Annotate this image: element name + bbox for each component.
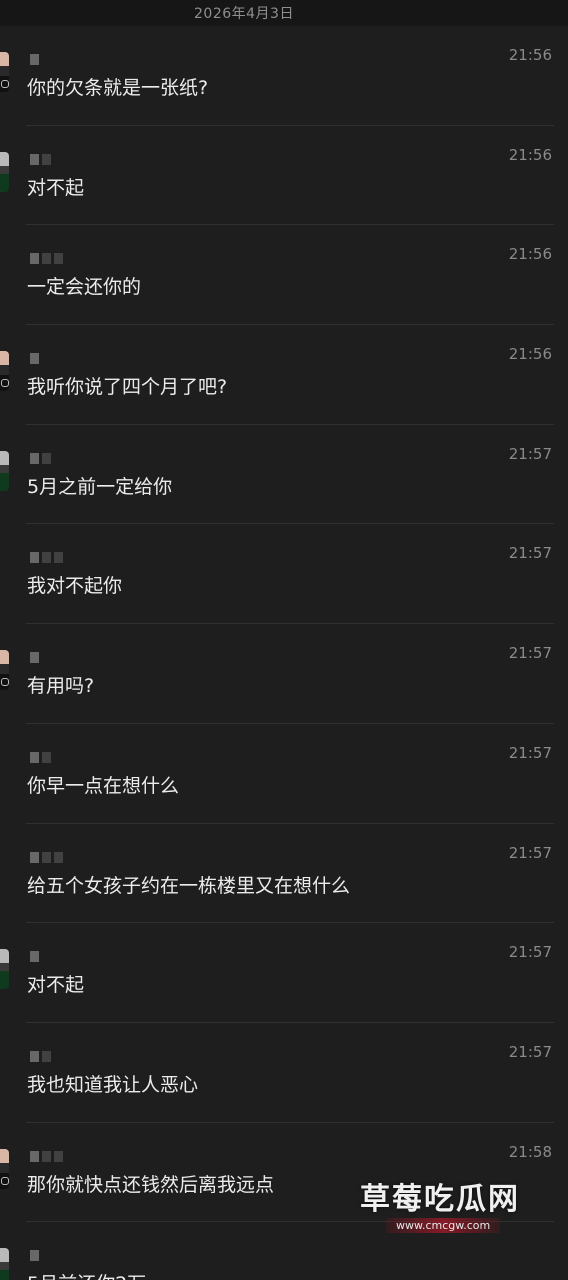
message-time: 21:57	[508, 544, 552, 563]
avatar[interactable]	[0, 1148, 9, 1189]
message-item[interactable]: 21:57 我也知道我让人恶心	[0, 1023, 568, 1123]
sender-name-blurred	[30, 153, 51, 166]
sender-name-blurred	[30, 851, 63, 864]
message-item[interactable]: 5月前还你2万	[0, 1222, 568, 1280]
message-text: 有用吗?	[27, 675, 95, 698]
sender-name-blurred	[30, 1250, 39, 1262]
message-item[interactable]: 21:56 你的欠条就是一张纸?	[0, 26, 568, 126]
message-item[interactable]: 21:57 对不起	[0, 923, 568, 1023]
chat-screen: 2026年4月3日 21:56 你的欠条就是一张纸? 21:56 对不起 21:56 一定…	[0, 0, 568, 1280]
message-time: 21:56	[508, 145, 552, 164]
message-text: 你早一点在想什么	[27, 774, 180, 797]
message-text: 5月之前一定给你	[27, 475, 173, 498]
message-list[interactable]: 21:56 你的欠条就是一张纸? 21:56 对不起 21:56 一定会还你的 21:56 我…	[0, 26, 568, 1280]
message-text: 你的欠条就是一张纸?	[27, 77, 209, 99]
message-text: 5月前还你2万	[27, 1272, 146, 1280]
message-time: 21:56	[508, 46, 552, 64]
avatar[interactable]	[0, 52, 9, 92]
avatar[interactable]	[0, 450, 9, 491]
message-item[interactable]: 21:56 对不起	[0, 126, 568, 226]
date-header: 2026年4月3日	[0, 0, 568, 26]
message-text: 对不起	[27, 974, 85, 997]
message-item[interactable]: 21:57 5月之前一定给你	[0, 425, 568, 525]
avatar[interactable]	[0, 650, 9, 691]
sender-name-blurred	[30, 1050, 51, 1063]
message-item[interactable]: 21:56 我听你说了四个月了吧?	[0, 325, 568, 425]
message-item[interactable]: 21:57 有用吗?	[0, 624, 568, 724]
message-time: 21:57	[508, 644, 552, 663]
message-time: 21:57	[508, 444, 552, 463]
message-text: 对不起	[27, 176, 85, 199]
avatar[interactable]	[0, 351, 9, 392]
message-time: 21:57	[508, 843, 552, 862]
message-item[interactable]: 21:57 你早一点在想什么	[0, 724, 568, 824]
message-text: 我听你说了四个月了吧?	[27, 376, 228, 399]
message-time: 21:57	[508, 943, 552, 962]
message-item[interactable]: 21:57 给五个女孩子约在一栋楼里又在想什么	[0, 824, 568, 924]
message-text: 我也知道我让人恶心	[27, 1073, 199, 1096]
message-text: 一定会还你的	[27, 276, 142, 299]
message-time: 21:57	[508, 1042, 552, 1061]
sender-name-blurred	[30, 652, 39, 664]
message-item[interactable]: 21:58 那你就快点还钱然后离我远点	[0, 1123, 568, 1223]
avatar[interactable]	[0, 949, 9, 990]
sender-name-blurred	[30, 552, 63, 564]
message-text: 给五个女孩子约在一栋楼里又在想什么	[27, 874, 351, 897]
message-time: 21:57	[508, 743, 552, 762]
sender-name-blurred	[30, 452, 51, 465]
avatar[interactable]	[0, 151, 9, 192]
message-time: 21:56	[508, 345, 552, 364]
sender-name-blurred	[30, 951, 39, 963]
message-item[interactable]: 21:57 我对不起你	[0, 524, 568, 624]
sender-name-blurred	[30, 353, 39, 365]
message-time: 21:58	[508, 1142, 552, 1161]
sender-name-blurred	[30, 1150, 63, 1163]
sender-name-blurred	[30, 751, 51, 764]
date-label: 2026年4月3日	[194, 6, 294, 22]
message-item[interactable]: 21:56 一定会还你的	[0, 225, 568, 325]
sender-name-blurred	[30, 54, 39, 66]
sender-name-blurred	[30, 253, 63, 265]
avatar[interactable]	[0, 1248, 9, 1280]
message-text: 那你就快点还钱然后离我远点	[27, 1173, 275, 1196]
message-time: 21:56	[508, 245, 552, 264]
message-text: 我对不起你	[27, 575, 123, 598]
